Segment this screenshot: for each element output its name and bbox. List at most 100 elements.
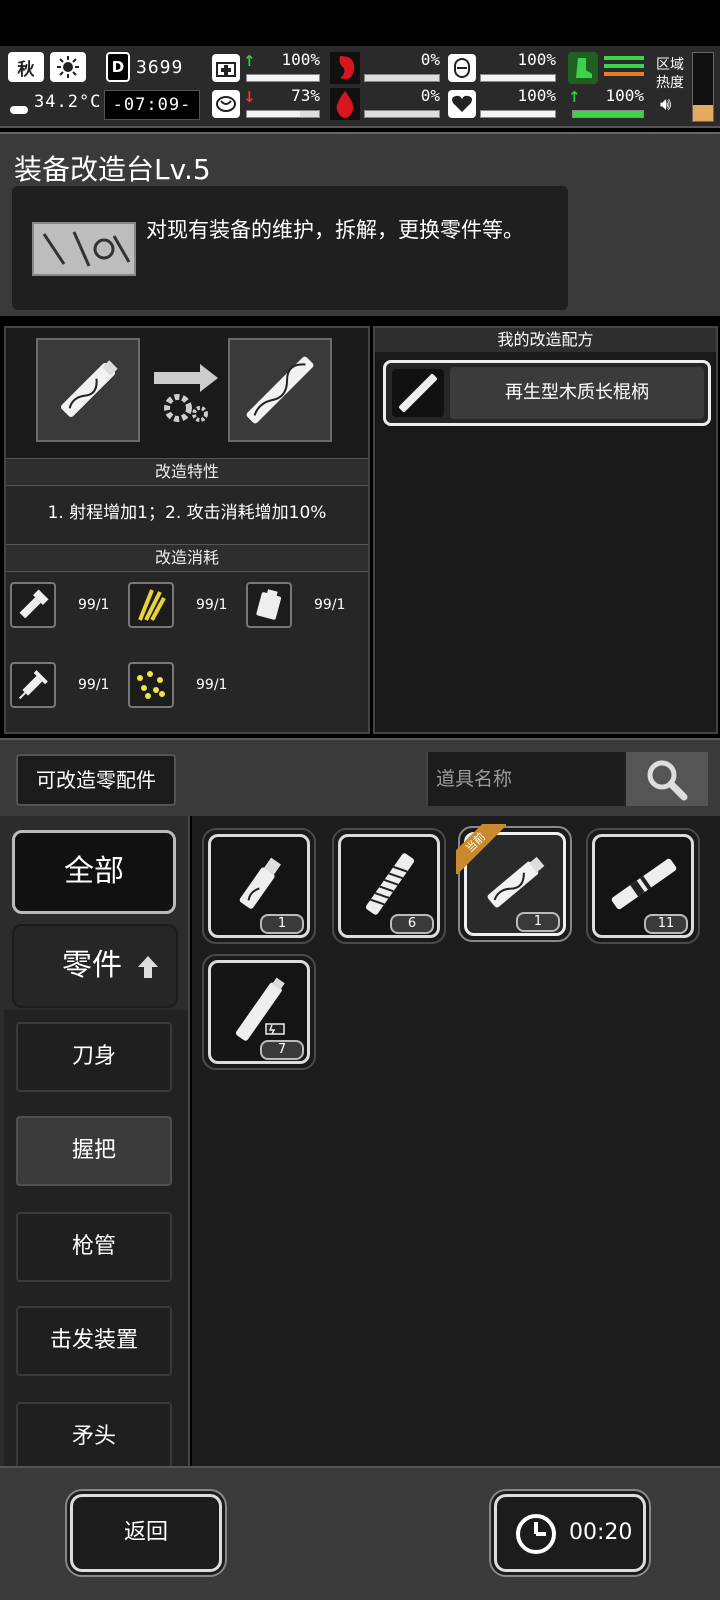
category-sidebar: 全部 零件 刀身 握把 枪管 击发装置 矛头 <box>0 816 190 1466</box>
current-badge-label: 当前 <box>456 824 506 874</box>
back-button[interactable]: 返回 <box>70 1494 222 1572</box>
thermometer-icon <box>10 106 28 114</box>
item-count: 1 <box>516 912 560 932</box>
arrow-up-icon <box>138 956 158 978</box>
zone-heat-label: 区域 热度 <box>656 56 684 92</box>
heart-icon <box>448 90 476 118</box>
hunger-pct: 0% <box>420 50 440 69</box>
subcategory-list: 刀身 握把 枪管 击发装置 矛头 <box>4 1010 188 1466</box>
recipe-item-label: 再生型木质长棍柄 <box>450 367 704 419</box>
recipes-heading: 我的改造配方 <box>375 328 716 352</box>
subcategory-spearhead[interactable]: 矛头 <box>16 1402 172 1466</box>
heart-pct: 100% <box>517 86 556 105</box>
season-badge: 秋 <box>8 52 44 82</box>
part-item[interactable]: 6 <box>332 828 446 944</box>
cost-item[interactable]: 99/1 <box>128 582 227 628</box>
hunger-meter: 0% <box>364 50 440 82</box>
boot-icon <box>568 52 598 84</box>
game-clock: -07:09- <box>104 90 200 120</box>
clock-icon <box>516 1514 556 1554</box>
part-item-current[interactable]: 1 当前 <box>456 824 572 942</box>
clock-value: -07:09- <box>112 95 192 115</box>
search-input[interactable] <box>428 752 624 806</box>
wrapped-grip-icon <box>365 853 415 915</box>
timer-value: 00:20 <box>569 1520 633 1545</box>
item-count: 1 <box>260 914 304 934</box>
brain-icon <box>212 90 240 118</box>
stamina-pct: 100% <box>605 86 644 105</box>
stamina-fill <box>573 111 643 117</box>
syringe-icon <box>10 662 56 708</box>
workbench-image <box>32 222 136 276</box>
armor-meter: 100% <box>480 50 556 82</box>
temperature-value: 34.2°C <box>34 92 102 112</box>
stamina-stripes-icon <box>604 56 644 80</box>
subcategory-firing-mechanism[interactable]: 击发装置 <box>16 1306 172 1376</box>
item-count: 7 <box>260 1040 304 1060</box>
subcategory-blade[interactable]: 刀身 <box>16 1022 172 1092</box>
medkit-icon <box>212 54 240 82</box>
traits-heading: 改造特性 <box>6 458 368 486</box>
part-item[interactable]: 11 <box>586 828 700 944</box>
cost-amount: 99/1 <box>196 597 228 613</box>
armor-pct: 100% <box>517 50 556 69</box>
arrow-right-icon <box>154 364 218 422</box>
zone-label-2: 热度 <box>656 75 684 91</box>
cost-amount: 99/1 <box>196 677 228 693</box>
handle-short-icon <box>239 857 281 909</box>
blood-drop-icon <box>330 88 360 120</box>
health-fill <box>247 75 319 81</box>
cost-heading: 改造消耗 <box>6 544 368 572</box>
survival-hud: 秋 34.2°C D 3699 -07:09- ↑ 100% ↓ 73% 0% <box>0 46 720 128</box>
mood-meter: 73% <box>246 86 320 118</box>
subcategory-barrel[interactable]: 枪管 <box>16 1212 172 1282</box>
stomach-icon <box>330 52 360 84</box>
day-label: D <box>106 52 130 82</box>
part-item[interactable]: 7 <box>202 954 316 1070</box>
current-badge: 当前 <box>456 824 506 874</box>
category-all[interactable]: 全部 <box>12 830 176 914</box>
mood-pct: 73% <box>291 86 320 105</box>
day-value: 3699 <box>136 56 184 78</box>
cost-item[interactable]: 99/1 <box>246 582 345 628</box>
item-count: 6 <box>390 914 434 934</box>
category-parts-label: 零件 <box>62 948 122 983</box>
health-pct: 100% <box>281 50 320 69</box>
station-header: 装备改造台Lv.5 对现有装备的维护，拆解，更换零件等。 <box>0 132 720 316</box>
speaker-icon[interactable]: 🔊︎ <box>660 94 671 115</box>
zone-heat-gauge <box>692 52 714 122</box>
zone-label-1: 区域 <box>656 57 684 73</box>
thirst-pct: 0% <box>420 86 440 105</box>
footer-bar: 返回 00:20 <box>0 1466 720 1600</box>
cost-item[interactable]: 99/1 <box>10 662 109 708</box>
health-meter: 100% <box>246 50 320 82</box>
electric-handle-icon <box>235 977 285 1041</box>
subcategory-grip[interactable]: 握把 <box>16 1116 172 1186</box>
result-item-slot[interactable] <box>228 338 332 442</box>
flashlight-icon <box>10 582 56 628</box>
sun-icon <box>50 52 86 82</box>
cost-item[interactable]: 99/1 <box>10 582 109 628</box>
traits-text: 1. 射程增加1；2. 攻击消耗增加10% <box>47 503 327 523</box>
recipe-item-icon <box>392 369 444 417</box>
modifiable-parts-button[interactable]: 可改造零配件 <box>16 754 176 806</box>
heart-meter: 100% <box>480 86 556 118</box>
item-count: 11 <box>644 914 688 934</box>
stamina-meter: 100% <box>572 86 644 118</box>
cost-amount: 99/1 <box>78 597 110 613</box>
parts-toolbar: 可改造零配件 <box>0 738 720 816</box>
armor-icon <box>448 54 476 82</box>
category-parts[interactable]: 零件 <box>12 924 178 1008</box>
part-item[interactable]: 1 <box>202 828 316 944</box>
source-item-slot[interactable] <box>36 338 140 442</box>
heart-fill <box>481 111 555 117</box>
search-button[interactable] <box>626 752 708 806</box>
grains-icon <box>128 662 174 708</box>
temperature-group: 34.2°C <box>8 88 101 116</box>
recipe-item[interactable]: 再生型木质长棍柄 <box>383 360 711 426</box>
cost-item[interactable]: 99/1 <box>128 662 227 708</box>
banded-handle-icon <box>611 858 677 910</box>
modification-preview <box>6 328 368 458</box>
mood-fill <box>247 111 300 117</box>
timer-button[interactable]: 00:20 <box>494 1494 646 1572</box>
